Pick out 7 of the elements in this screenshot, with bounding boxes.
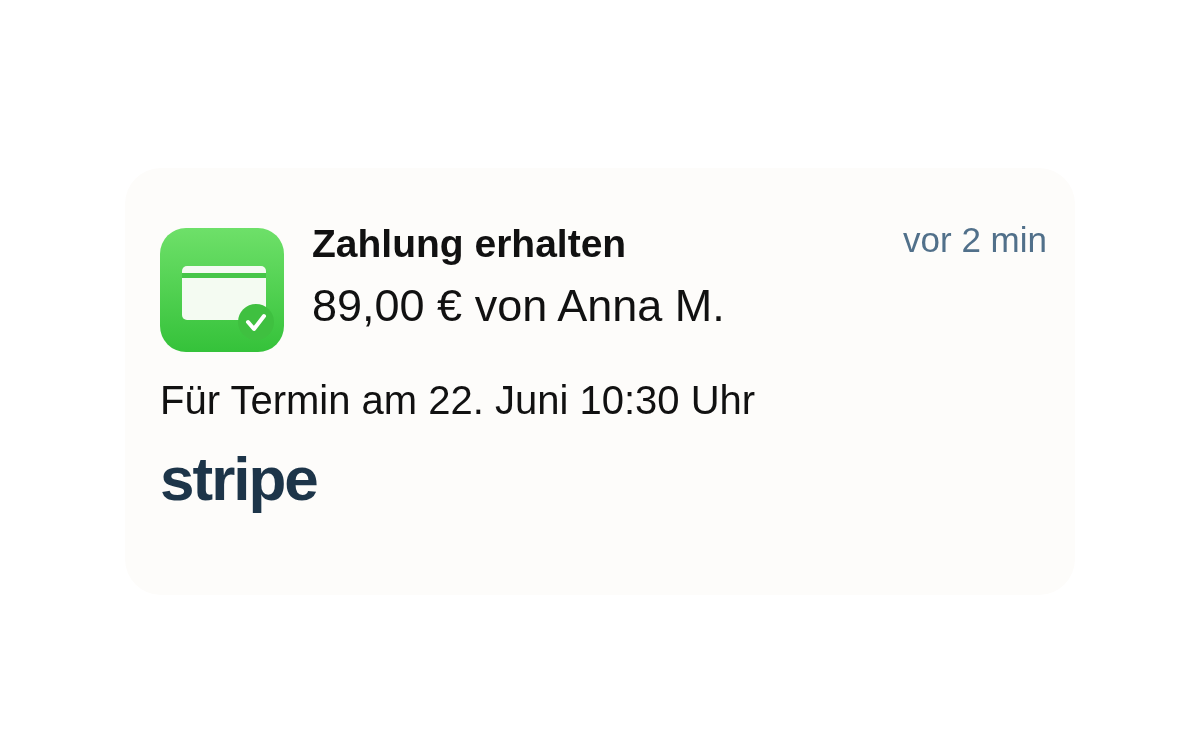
brand-logo: stripe bbox=[160, 443, 317, 514]
notification-title: Zahlung erhalten bbox=[312, 222, 628, 266]
notification-card[interactable]: Zahlung erhalten 89,00 € von Anna M. vor 2 min Für Termin am 22. Juni 10:30 Uhr stripe bbox=[125, 168, 1075, 595]
payment-amount: 89,00 € von Anna M. bbox=[312, 280, 726, 332]
appointment-detail: Für Termin am 22. Juni 10:30 Uhr bbox=[160, 378, 757, 423]
wallet-check-icon bbox=[160, 228, 284, 352]
timestamp: vor 2 min bbox=[903, 220, 1047, 260]
